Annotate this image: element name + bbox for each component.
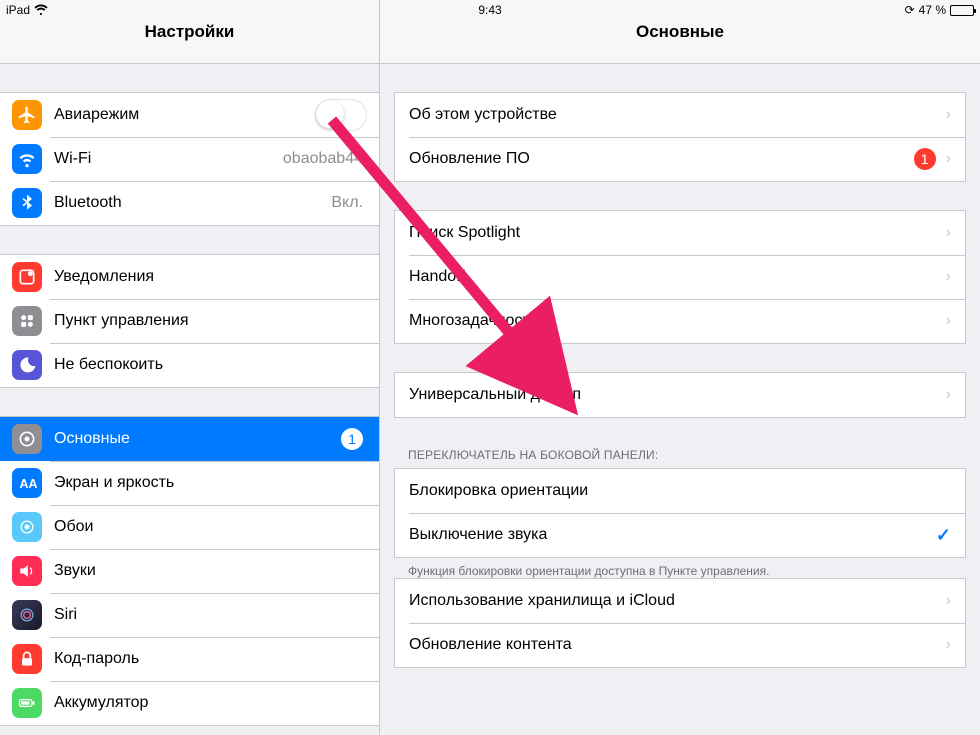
content-group-side-switch: Блокировка ориентации Выключение звука ✓ xyxy=(394,468,966,558)
sidebar-item-siri[interactable]: Siri xyxy=(0,593,379,637)
sounds-label: Звуки xyxy=(54,562,367,580)
clock: 9:43 xyxy=(478,3,501,17)
sounds-icon xyxy=(12,556,42,586)
row-lock-rotation[interactable]: Блокировка ориентации xyxy=(395,469,965,513)
storage-label: Использование хранилища и iCloud xyxy=(409,592,946,610)
chevron-right-icon: › xyxy=(946,312,951,330)
row-background-refresh[interactable]: Обновление контента › xyxy=(395,623,965,667)
checkmark-icon: ✓ xyxy=(936,525,951,546)
wallpaper-label: Обои xyxy=(54,518,367,536)
side-switch-footer: Функция блокировки ориентации доступна в… xyxy=(380,558,980,578)
content-group-storage: Использование хранилища и iCloud › Обнов… xyxy=(394,578,966,668)
device-label: iPad xyxy=(6,3,30,17)
chevron-right-icon: › xyxy=(946,268,951,286)
wifi-label: Wi-Fi xyxy=(54,150,283,168)
airplane-label: Авиарежим xyxy=(54,106,315,124)
passcode-icon xyxy=(12,644,42,674)
lock-rotation-label: Блокировка ориентации xyxy=(409,482,951,500)
chevron-right-icon: › xyxy=(946,224,951,242)
wifi-settings-icon xyxy=(12,144,42,174)
battery-label: Аккумулятор xyxy=(54,694,367,712)
airplane-icon xyxy=(12,100,42,130)
bluetooth-icon xyxy=(12,188,42,218)
row-mute[interactable]: Выключение звука ✓ xyxy=(395,513,965,557)
display-label: Экран и яркость xyxy=(54,474,367,492)
chevron-right-icon: › xyxy=(946,150,951,168)
svg-text:AA: AA xyxy=(20,477,38,491)
chevron-right-icon: › xyxy=(946,106,951,124)
sidebar-item-passcode[interactable]: Код-пароль xyxy=(0,637,379,681)
sidebar-item-sounds[interactable]: Звуки xyxy=(0,549,379,593)
wallpaper-icon xyxy=(12,512,42,542)
mute-label: Выключение звука xyxy=(409,526,936,544)
general-label: Основные xyxy=(54,430,341,448)
sidebar-title: Настройки xyxy=(145,22,235,42)
passcode-label: Код-пароль xyxy=(54,650,367,668)
gear-icon xyxy=(12,424,42,454)
siri-icon xyxy=(12,600,42,630)
sidebar-item-wallpaper[interactable]: Обои xyxy=(0,505,379,549)
chevron-right-icon: › xyxy=(946,592,951,610)
dnd-icon xyxy=(12,350,42,380)
general-badge: 1 xyxy=(341,428,363,450)
bgrefresh-label: Обновление контента xyxy=(409,636,946,654)
battery-settings-icon xyxy=(12,688,42,718)
row-storage[interactable]: Использование хранилища и iCloud › xyxy=(395,579,965,623)
sidebar-item-battery[interactable]: Аккумулятор xyxy=(0,681,379,725)
notifications-icon xyxy=(12,262,42,292)
siri-label: Siri xyxy=(54,606,367,624)
display-icon: AA xyxy=(12,468,42,498)
sidebar-item-display[interactable]: AA Экран и яркость xyxy=(0,461,379,505)
bluetooth-label: Bluetooth xyxy=(54,194,331,212)
sidebar-group-general: Основные 1 AA Экран и яркость Обои Звуки xyxy=(0,416,379,726)
side-switch-header: ПЕРЕКЛЮЧАТЕЛЬ НА БОКОВОЙ ПАНЕЛИ: xyxy=(380,442,980,468)
wifi-icon xyxy=(34,3,48,18)
chevron-right-icon: › xyxy=(946,636,951,654)
battery-icon xyxy=(950,5,974,16)
battery-pct: 47 % xyxy=(919,3,946,17)
control-center-icon xyxy=(12,306,42,336)
annotation-arrow xyxy=(302,90,612,425)
orientation-lock-icon: ⟳ xyxy=(905,3,915,17)
content-title: Основные xyxy=(636,22,724,42)
chevron-right-icon: › xyxy=(946,386,951,404)
update-badge: 1 xyxy=(914,148,936,170)
status-bar: iPad 9:43 ⟳ 47 % xyxy=(0,0,980,20)
